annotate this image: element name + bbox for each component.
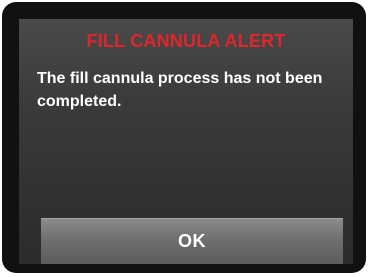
- ok-button[interactable]: OK: [41, 218, 343, 264]
- alert-screen: FILL CANNULA ALERT The fill cannula proc…: [19, 19, 353, 264]
- alert-title: FILL CANNULA ALERT: [86, 31, 286, 51]
- ok-button-label: OK: [178, 231, 206, 251]
- device-frame: FILL CANNULA ALERT The fill cannula proc…: [2, 2, 366, 273]
- alert-message: The fill cannula process has not been co…: [37, 70, 323, 110]
